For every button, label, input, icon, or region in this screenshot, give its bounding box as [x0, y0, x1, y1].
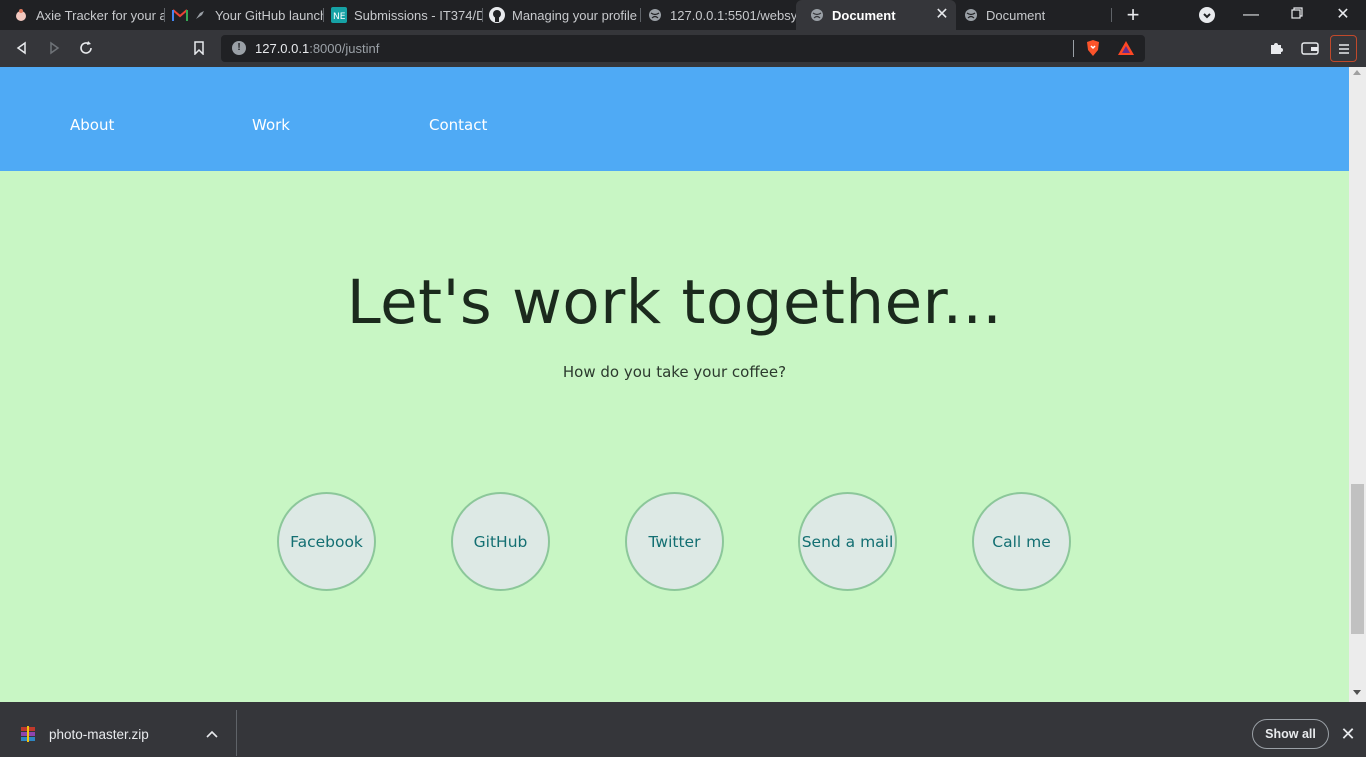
extensions-puzzle-icon[interactable]: [1266, 38, 1286, 58]
tab-github-launch[interactable]: Your GitHub launch: [159, 0, 324, 30]
forward-icon[interactable]: [44, 38, 64, 58]
download-filename[interactable]: photo-master.zip: [49, 727, 149, 742]
restore-icon[interactable]: [1287, 5, 1307, 25]
window-close-icon[interactable]: ✕: [1333, 5, 1353, 25]
tab-title: Your GitHub launch: [215, 7, 324, 23]
tab-title: 127.0.0.1:5501/websys/: [670, 7, 796, 23]
address-url[interactable]: 127.0.0.1:8000/justinf: [255, 41, 379, 56]
main-menu-icon[interactable]: [1330, 35, 1357, 62]
brave-rewards-icon[interactable]: [1117, 39, 1135, 57]
tab-document-active[interactable]: Document ✕: [796, 0, 956, 30]
contact-call-button[interactable]: Call me: [972, 492, 1071, 591]
brave-shields-icon[interactable]: [1084, 39, 1102, 57]
rocket-icon: [192, 7, 208, 23]
contact-twitter-button[interactable]: Twitter: [625, 492, 724, 591]
contact-facebook-button[interactable]: Facebook: [277, 492, 376, 591]
tab-submissions[interactable]: NE Submissions - IT374/D: [318, 0, 483, 30]
contact-github-button[interactable]: GitHub: [451, 492, 550, 591]
scroll-down-arrow-icon[interactable]: [1353, 690, 1361, 695]
nav-link-contact[interactable]: Contact: [429, 116, 487, 134]
tab-search-icon[interactable]: [1199, 7, 1215, 23]
minimize-icon[interactable]: —: [1241, 5, 1261, 25]
tab-close-icon[interactable]: ✕: [934, 7, 950, 23]
shelf-divider: [236, 710, 237, 756]
nav-link-about[interactable]: About: [70, 116, 114, 134]
wallet-icon[interactable]: [1300, 38, 1320, 58]
site-navbar: About Work Contact: [0, 67, 1349, 171]
page-viewport: About Work Contact Let's work together..…: [0, 67, 1349, 702]
new-tab-plus-icon[interactable]: +: [1122, 4, 1144, 26]
tab-managing-profile[interactable]: Managing your profile: [476, 0, 641, 30]
github-icon: [489, 7, 505, 23]
svg-text:NE: NE: [333, 12, 346, 22]
gmail-icon: [172, 7, 188, 23]
address-host: 127.0.0.1: [255, 41, 310, 56]
neo-favicon-icon: NE: [331, 7, 347, 23]
tab-axie-tracker[interactable]: Axie Tracker for your ac: [0, 0, 165, 30]
close-shelf-icon[interactable]: ✕: [1340, 725, 1356, 743]
globe-icon: [809, 7, 825, 23]
tab-strip: Axie Tracker for your ac Your GitHub lau…: [0, 0, 1366, 30]
zip-archive-icon: [20, 726, 36, 742]
back-icon[interactable]: [12, 38, 32, 58]
tab-document[interactable]: Document: [950, 0, 1112, 30]
site-info-icon[interactable]: !: [232, 41, 246, 55]
reload-icon[interactable]: [76, 38, 96, 58]
page-subtitle: How do you take your coffee?: [562, 363, 787, 381]
globe-icon: [647, 7, 663, 23]
scroll-up-arrow-icon[interactable]: [1353, 70, 1361, 75]
bookmark-icon[interactable]: [189, 38, 209, 58]
tab-title: Document: [832, 7, 896, 23]
tab-title: Managing your profile: [512, 7, 638, 23]
scrollbar-thumb[interactable]: [1351, 484, 1364, 634]
contact-mail-button[interactable]: Send a mail: [798, 492, 897, 591]
tab-websys[interactable]: 127.0.0.1:5501/websys/: [634, 0, 796, 30]
download-options-chevron-up-icon[interactable]: [206, 727, 218, 741]
omnibox-divider: [1073, 40, 1074, 57]
axie-favicon-icon: [13, 7, 29, 23]
tab-title: Axie Tracker for your ac: [36, 7, 165, 23]
nav-link-work[interactable]: Work: [252, 116, 290, 134]
show-all-downloads-button[interactable]: Show all: [1252, 719, 1329, 749]
tab-title: Document: [986, 7, 1046, 23]
tab-title: Submissions - IT374/D: [354, 7, 483, 23]
download-shelf: [0, 702, 1366, 757]
address-path: :8000/justinf: [309, 41, 380, 56]
globe-icon: [963, 7, 979, 23]
page-headline: Let's work together...: [346, 267, 1003, 338]
